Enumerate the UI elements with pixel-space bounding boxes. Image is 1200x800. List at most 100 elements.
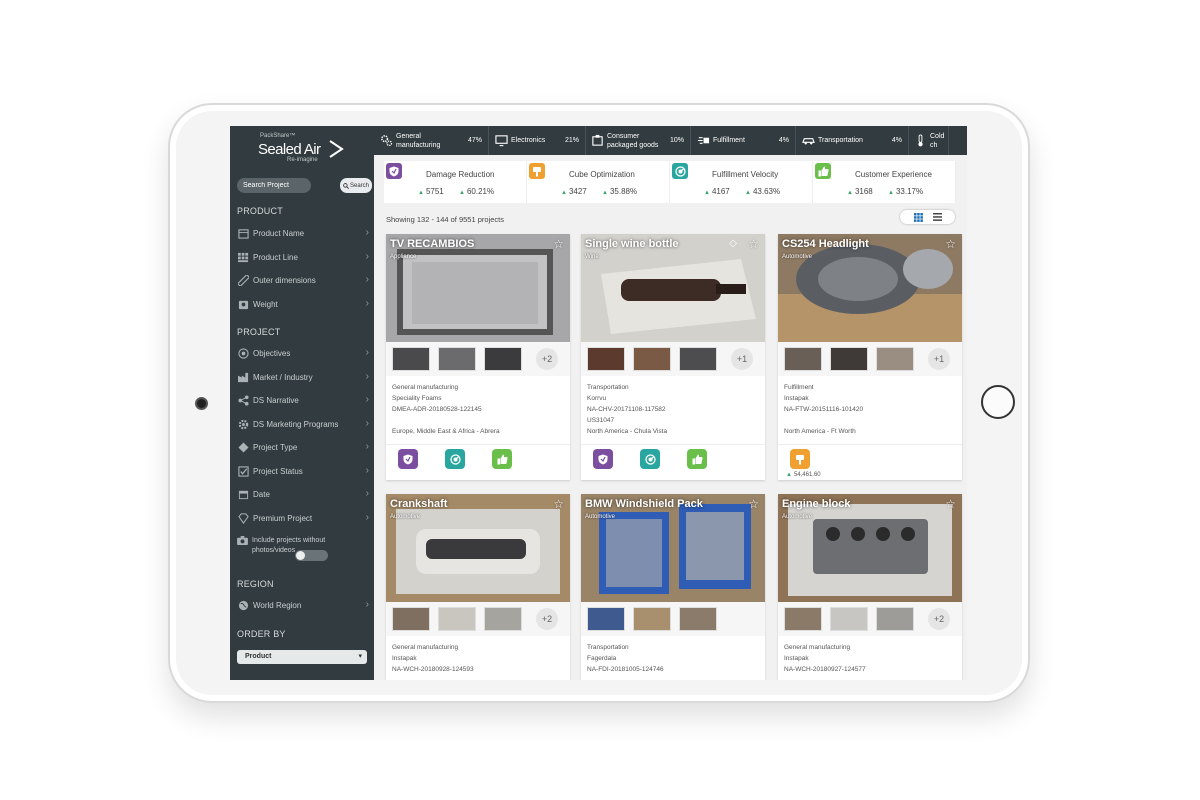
- project-meta-line: Transportation: [587, 384, 629, 391]
- up-arrow-icon: ▲: [418, 190, 424, 196]
- project-meta-line: Instapak: [784, 655, 809, 662]
- sidebar-item-ds-narrative[interactable]: DS Narrative ›: [237, 393, 369, 408]
- sidebar-item-product-line[interactable]: Product Line ›: [237, 250, 369, 265]
- project-photo: [581, 234, 765, 342]
- home-button[interactable]: [981, 385, 1015, 419]
- favorite-star-icon[interactable]: ☆: [553, 237, 564, 251]
- project-card[interactable]: BMW Windshield Pack Automotive ☆ Transporta…: [581, 494, 765, 680]
- sealed-air-logo[interactable]: PackShare™ Sealed Air Re-imagine: [258, 133, 360, 165]
- list-view-icon[interactable]: [932, 213, 942, 221]
- objective-percent: ▲ 35.88%: [602, 187, 637, 196]
- sidebar-item-product-name[interactable]: Product Name ›: [237, 226, 369, 241]
- industry-filter-cold-ch[interactable]: Cold ch: [909, 126, 949, 155]
- sidebar-item-market-industry[interactable]: Market / Industry ›: [237, 370, 369, 385]
- more-photos-button[interactable]: +2: [928, 608, 950, 630]
- project-hero-image[interactable]: Crankshaft Automotive ☆: [386, 494, 570, 602]
- project-thumbnail[interactable]: [587, 607, 625, 631]
- project-thumbnail[interactable]: [830, 607, 868, 631]
- industry-filter-electronics[interactable]: Electronics 21%: [489, 126, 586, 155]
- project-card[interactable]: Engine block Automotive ☆ +2 General manufac…: [778, 494, 962, 680]
- sidebar-item-label: DS Narrative: [253, 396, 299, 405]
- industry-filter-consumer-packaged-goods[interactable]: Consumer packaged goods 10%: [586, 126, 691, 155]
- project-card[interactable]: TV RECAMBIOS Appliance ☆ +2 General manufact…: [386, 234, 570, 480]
- project-hero-image[interactable]: Engine block Automotive ☆: [778, 494, 962, 602]
- favorite-star-icon[interactable]: ☆: [748, 497, 759, 511]
- favorite-star-icon[interactable]: ☆: [945, 497, 956, 511]
- industry-filter-transportation[interactable]: Transportation 4%: [796, 126, 909, 155]
- project-hero-image[interactable]: TV RECAMBIOS Appliance ☆: [386, 234, 570, 342]
- project-thumbnail[interactable]: [830, 347, 868, 371]
- project-thumbnail[interactable]: [438, 347, 476, 371]
- project-hero-image[interactable]: BMW Windshield Pack Automotive ☆: [581, 494, 765, 602]
- project-thumbnail[interactable]: [392, 607, 430, 631]
- sidebar-item-date[interactable]: Date ›: [237, 487, 369, 502]
- project-thumbnail[interactable]: [392, 347, 430, 371]
- more-photos-button[interactable]: +2: [536, 348, 558, 370]
- project-hero-image[interactable]: Single wine bottle Wine ◇ ☆: [581, 234, 765, 342]
- sidebar-item-project-type[interactable]: Project Type ›: [237, 440, 369, 455]
- objective-fulfillment-velocity[interactable]: Fulfillment Velocity ▲ 4167 ▲ 43.63%: [670, 161, 813, 203]
- project-thumbnail[interactable]: [784, 607, 822, 631]
- grid-view-icon[interactable]: [913, 212, 923, 222]
- objective-cube-optimization[interactable]: Cube Optimization ▲ 3427 ▲ 35.88%: [527, 161, 670, 203]
- thumbnail-strip: +1: [778, 342, 962, 376]
- up-arrow-icon: ▲: [847, 190, 853, 196]
- search-input[interactable]: [237, 178, 311, 193]
- more-photos-button[interactable]: +2: [536, 608, 558, 630]
- sidebar-item-world-region[interactable]: World Region ›: [237, 598, 369, 613]
- shield-icon[interactable]: [593, 449, 613, 469]
- project-thumbnail[interactable]: [679, 607, 717, 631]
- shield-icon[interactable]: [398, 449, 418, 469]
- ruler-icon: [237, 275, 249, 287]
- project-thumbnail[interactable]: [484, 607, 522, 631]
- project-thumbnail[interactable]: [633, 347, 671, 371]
- favorite-star-icon[interactable]: ☆: [553, 497, 564, 511]
- sidebar-item-project-status[interactable]: Project Status ›: [237, 464, 369, 479]
- project-thumbnail[interactable]: [438, 607, 476, 631]
- order-by-select[interactable]: Product ▾: [237, 650, 367, 664]
- objective-damage-reduction[interactable]: Damage Reduction ▲ 5751 ▲ 60.21%: [384, 161, 527, 203]
- project-thumbnail[interactable]: [876, 607, 914, 631]
- speed-icon[interactable]: [640, 449, 660, 469]
- project-thumbnail[interactable]: [876, 347, 914, 371]
- section-project: PROJECT: [237, 327, 281, 337]
- project-thumbnail[interactable]: [633, 607, 671, 631]
- favorite-star-icon[interactable]: ☆: [748, 237, 759, 251]
- speed-icon[interactable]: [445, 449, 465, 469]
- view-toggle[interactable]: [900, 210, 955, 224]
- up-arrow-icon: ▲: [745, 190, 751, 196]
- industry-filter-general-manufacturing[interactable]: General manufacturing 47%: [374, 126, 489, 155]
- project-card[interactable]: Crankshaft Automotive ☆ +2 General manufactu…: [386, 494, 570, 680]
- more-photos-button[interactable]: +1: [731, 348, 753, 370]
- thumbnail-strip: +2: [386, 342, 570, 376]
- search-button[interactable]: Search: [340, 178, 372, 193]
- share-icon: [237, 395, 249, 407]
- sidebar-item-premium-project[interactable]: Premium Project ›: [237, 511, 369, 526]
- section-order-by: ORDER BY: [237, 629, 286, 639]
- sidebar-item-label: Project Type: [253, 443, 298, 452]
- objective-percent-value: 33.17%: [895, 187, 924, 196]
- project-card[interactable]: CS254 Headlight Automotive ☆ +1 Fulfillment I…: [778, 234, 962, 480]
- industry-filter-fulfillment[interactable]: Fulfillment 4%: [691, 126, 796, 155]
- sidebar-item-weight[interactable]: Weight ›: [237, 297, 369, 312]
- sidebar-item-objectives[interactable]: Objectives ›: [237, 346, 369, 361]
- include-no-photos-toggle[interactable]: [295, 550, 328, 561]
- project-thumbnail[interactable]: [484, 347, 522, 371]
- sidebar-item-outer-dimensions[interactable]: Outer dimensions ›: [237, 273, 369, 288]
- thumbs-up-icon[interactable]: [492, 449, 512, 469]
- cube-icon[interactable]: [790, 449, 810, 469]
- project-thumbnail[interactable]: [784, 347, 822, 371]
- objective-title: Damage Reduction: [426, 170, 495, 179]
- more-photos-button[interactable]: +1: [928, 348, 950, 370]
- project-meta-line: Transportation: [587, 644, 629, 651]
- favorite-star-icon[interactable]: ☆: [945, 237, 956, 251]
- thumbs-up-icon[interactable]: [687, 449, 707, 469]
- project-photo: [581, 494, 765, 602]
- project-thumbnail[interactable]: [679, 347, 717, 371]
- project-hero-image[interactable]: CS254 Headlight Automotive ☆: [778, 234, 962, 342]
- sidebar-item-ds-marketing-programs[interactable]: DS Marketing Programs ›: [237, 417, 369, 432]
- objective-customer-experience[interactable]: Customer Experience ▲ 3168 ▲ 33.17%: [813, 161, 956, 203]
- project-card[interactable]: Single wine bottle Wine ◇ ☆ +1 Transportation…: [581, 234, 765, 480]
- project-thumbnail[interactable]: [587, 347, 625, 371]
- section-region: REGION: [237, 579, 274, 589]
